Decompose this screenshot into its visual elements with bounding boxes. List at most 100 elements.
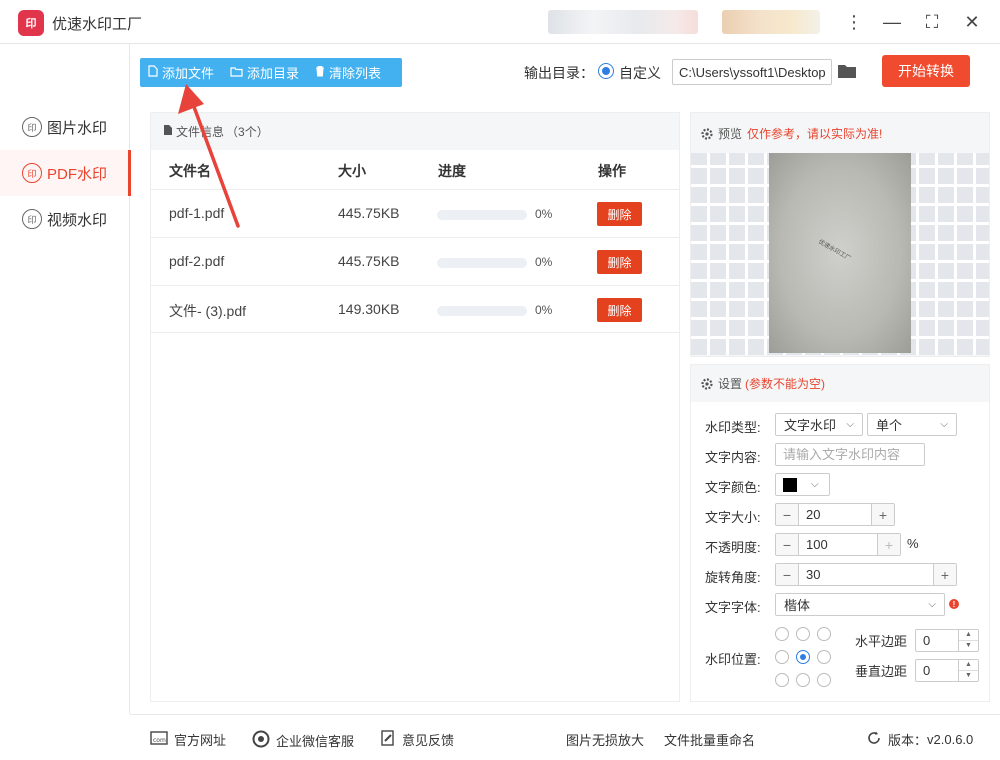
watermark-mode-select[interactable]: 单个 ⌵	[867, 413, 957, 436]
sidebar-item-label: PDF水印	[47, 165, 108, 183]
add-file-button[interactable]: 添加文件	[140, 58, 222, 87]
rotation-value[interactable]: 30	[798, 564, 934, 585]
text-content-label: 文字内容:	[705, 450, 761, 465]
version-info[interactable]: 版本： v2.0.6.0	[866, 730, 973, 749]
preview-header: 预览 仅作参考，请以实际为准!	[701, 125, 882, 142]
watermark-type-select[interactable]: 文字水印 ⌵	[775, 413, 863, 436]
font-select[interactable]: 楷体 ⌵	[775, 593, 945, 616]
opacity-stepper[interactable]: − 100 +	[775, 533, 901, 556]
color-swatch	[783, 477, 797, 492]
position-bottom-right[interactable]	[817, 673, 831, 687]
rotation-label: 旋转角度:	[705, 570, 761, 585]
rotation-stepper[interactable]: − 30 +	[775, 563, 957, 586]
chevron-down-icon[interactable]: ▼	[959, 641, 978, 652]
file-icon	[148, 65, 158, 80]
text-content-input[interactable]	[775, 443, 925, 466]
text-size-label: 文字大小:	[705, 510, 761, 525]
position-top-center[interactable]	[796, 627, 810, 641]
start-convert-button[interactable]: 开始转换	[882, 55, 970, 87]
delete-button[interactable]: 删除	[597, 298, 642, 322]
watermark-mode-value: 单个	[876, 418, 903, 433]
wechat-support-link[interactable]: 企业微信客服	[252, 730, 354, 751]
text-size-value[interactable]: 20	[798, 504, 872, 525]
chevron-up-icon[interactable]: ▲	[959, 630, 978, 641]
menu-icon[interactable]: ⋮	[842, 10, 866, 34]
decrement-button[interactable]: −	[776, 564, 798, 585]
sidebar-item-image-watermark[interactable]: 印 图片水印	[0, 104, 130, 150]
trash-icon	[315, 65, 325, 80]
lossless-enlarge-link[interactable]: 图片无损放大	[566, 730, 644, 749]
svg-text:com: com	[153, 737, 166, 744]
position-bottom-left[interactable]	[775, 673, 789, 687]
opacity-unit: %	[907, 536, 919, 551]
decrement-button[interactable]: −	[776, 504, 798, 525]
increment-button[interactable]: +	[872, 504, 894, 525]
position-middle-right[interactable]	[817, 650, 831, 664]
column-header-size: 大小	[338, 163, 366, 179]
increment-button[interactable]: +	[878, 534, 900, 555]
sidebar-item-video-watermark[interactable]: 印 视频水印	[0, 196, 130, 242]
horizontal-margin-value: 0	[923, 633, 931, 648]
vertical-margin-label: 垂直边距	[855, 664, 908, 679]
file-toolbar: 添加文件 添加目录 清除列表	[140, 58, 402, 87]
official-website-link[interactable]: com 官方网址	[150, 730, 226, 749]
file-name: 文件- (3).pdf	[169, 303, 247, 319]
delete-button[interactable]: 删除	[597, 202, 642, 226]
folder-browse-icon[interactable]	[837, 63, 857, 79]
minimize-button[interactable]: —	[880, 10, 904, 34]
delete-button[interactable]: 删除	[597, 250, 642, 274]
stamp-icon: 印	[22, 209, 42, 229]
file-name: pdf-2.pdf	[169, 253, 225, 269]
progress-percent: 0%	[535, 303, 553, 317]
position-top-left[interactable]	[775, 627, 789, 641]
position-middle-left[interactable]	[775, 650, 789, 664]
text-size-stepper[interactable]: − 20 +	[775, 503, 895, 526]
column-header-action: 操作	[598, 163, 626, 179]
close-button[interactable]: ✕	[960, 10, 984, 34]
version-number: v2.0.6.0	[927, 732, 974, 747]
file-count: （3个）	[226, 125, 269, 139]
clear-list-label: 清除列表	[329, 66, 382, 81]
horizontal-margin-input[interactable]: 0 ▲ ▼	[915, 629, 979, 652]
output-dir-label: 输出目录：	[524, 65, 594, 81]
text-color-picker[interactable]: ⌵	[775, 473, 830, 496]
chevron-up-icon[interactable]: ▲	[959, 660, 978, 671]
feedback-link[interactable]: 意见反馈	[380, 730, 454, 749]
opacity-label: 不透明度:	[705, 540, 761, 555]
chevron-down-icon: ⌵	[811, 479, 819, 490]
custom-dir-radio[interactable]	[598, 63, 614, 79]
spin-arrows[interactable]: ▲ ▼	[958, 630, 978, 651]
increment-button[interactable]: +	[934, 564, 956, 585]
position-center[interactable]	[796, 650, 810, 664]
website-icon: com	[150, 731, 168, 748]
folder-icon	[230, 66, 243, 80]
file-size: 149.30KB	[338, 301, 400, 317]
app-logo: 印	[18, 10, 44, 36]
stamp-icon: 印	[22, 117, 42, 137]
progress-percent: 0%	[535, 255, 553, 269]
maximize-button[interactable]: ⛶	[920, 10, 944, 34]
opacity-value[interactable]: 100	[798, 534, 878, 555]
file-size: 445.75KB	[338, 253, 400, 269]
output-path-input[interactable]	[672, 59, 832, 85]
feedback-icon	[380, 730, 396, 749]
spin-arrows[interactable]: ▲ ▼	[958, 660, 978, 681]
text-color-label: 文字颜色:	[705, 480, 761, 495]
add-directory-button[interactable]: 添加目录	[222, 58, 307, 87]
watermark-type-label: 水印类型:	[705, 420, 761, 435]
chevron-down-icon[interactable]: ▼	[959, 671, 978, 682]
position-top-right[interactable]	[817, 627, 831, 641]
progress-bar	[437, 210, 527, 220]
vertical-margin-input[interactable]: 0 ▲ ▼	[915, 659, 979, 682]
decrement-button[interactable]: −	[776, 534, 798, 555]
sidebar-item-pdf-watermark[interactable]: 印 PDF水印	[0, 150, 131, 196]
file-size: 445.75KB	[338, 205, 400, 221]
clear-list-button[interactable]: 清除列表	[307, 58, 389, 87]
position-bottom-center[interactable]	[796, 673, 810, 687]
batch-rename-link[interactable]: 文件批量重命名	[664, 730, 755, 749]
preview-watermark-text: 优速水印工厂	[817, 239, 852, 263]
blurred-account-info	[722, 10, 820, 34]
table-row: 文件- (3).pdf 149.30KB 0% 删除	[151, 285, 679, 333]
blurred-user-info	[548, 10, 698, 34]
preview-note: 仅作参考，请以实际为准!	[747, 127, 883, 141]
